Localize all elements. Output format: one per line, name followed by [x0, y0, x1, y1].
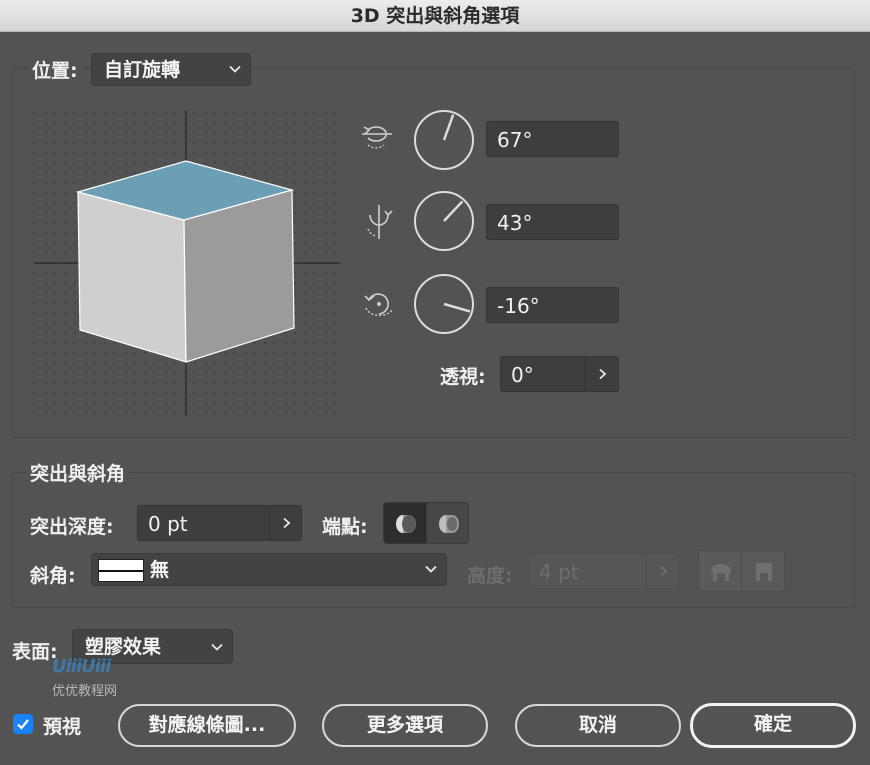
watermark-text: 优优教程网	[52, 684, 118, 699]
extrude-depth-label: 突出深度:	[30, 516, 114, 538]
bevel-in-button[interactable]	[742, 551, 784, 591]
position-preset-select[interactable]: 自訂旋轉	[91, 53, 251, 86]
position-preset-value: 自訂旋轉	[104, 59, 181, 81]
window-title: 3D 突出與斜角選項	[0, 0, 870, 32]
cap-on-button[interactable]	[384, 503, 427, 543]
height-field[interactable]: 4 pt	[528, 553, 679, 589]
position-label: 位置:	[30, 56, 82, 83]
perspective-value: 0°	[511, 363, 534, 387]
rotate-x-axis-icon	[362, 126, 392, 149]
rotation-x-value: 67°	[497, 128, 533, 152]
rotate-y-axis-icon	[367, 205, 393, 239]
rotation-y-dial[interactable]	[413, 190, 475, 252]
preview-checkbox[interactable]	[13, 714, 33, 734]
watermark-brand: UiiiUiii	[52, 656, 111, 677]
chevron-down-icon	[229, 65, 241, 73]
bevel-select[interactable]: 無	[91, 553, 447, 586]
chevron-right-icon	[283, 517, 291, 529]
rotation-z-value: -16°	[497, 294, 540, 318]
perspective-label: 透視:	[440, 366, 486, 388]
cap-label: 端點:	[322, 516, 368, 538]
cap-solid-icon	[396, 515, 416, 533]
perspective-slider-toggle[interactable]	[584, 357, 618, 391]
height-label: 高度:	[467, 565, 513, 587]
cancel-button[interactable]: 取消	[515, 704, 681, 747]
map-art-button[interactable]: 對應線條圖...	[118, 704, 296, 747]
cap-hollow-icon	[439, 515, 459, 533]
chevron-right-icon	[660, 565, 668, 577]
chevron-right-icon	[599, 368, 607, 380]
rotation-y-field[interactable]: 43°	[486, 204, 619, 240]
rotation-z-field[interactable]: -16°	[486, 287, 619, 323]
extrude-depth-value: 0 pt	[148, 512, 188, 536]
bevel-out-button[interactable]	[699, 551, 742, 591]
rotation-y-value: 43°	[497, 211, 533, 235]
height-slider-toggle[interactable]	[646, 554, 678, 588]
more-options-button[interactable]: 更多選項	[322, 704, 488, 747]
extrude-section-title: 突出與斜角	[26, 459, 130, 486]
ok-button[interactable]: 確定	[690, 703, 856, 748]
rotation-cube-trackball[interactable]	[30, 108, 342, 418]
chevron-down-icon	[425, 565, 437, 573]
bevel-out-icon	[711, 564, 731, 581]
cap-off-button[interactable]	[427, 503, 468, 543]
bevel-value: 無	[150, 559, 170, 581]
rotate-z-axis-icon	[364, 293, 393, 317]
extrude-depth-field[interactable]: 0 pt	[137, 505, 302, 541]
bevel-in-icon	[756, 563, 772, 581]
checkmark-icon	[17, 719, 29, 730]
rotation-x-dial[interactable]	[413, 109, 475, 171]
rotation-x-field[interactable]: 67°	[486, 121, 619, 157]
height-value: 4 pt	[539, 560, 579, 584]
rotation-z-dial[interactable]	[413, 273, 475, 335]
extrude-depth-slider-toggle[interactable]	[269, 506, 301, 540]
bevel-direction-group	[698, 550, 785, 592]
bevel-swatch	[98, 559, 144, 582]
perspective-field[interactable]: 0°	[500, 356, 619, 392]
watermark-logo: UiiiUiii 优优教程网	[52, 656, 140, 699]
surface-label: 表面:	[12, 641, 58, 663]
cap-toggle-group	[383, 502, 469, 544]
chevron-down-icon	[211, 643, 223, 651]
preview-label[interactable]: 預視	[43, 712, 81, 739]
bevel-label: 斜角:	[30, 565, 76, 587]
